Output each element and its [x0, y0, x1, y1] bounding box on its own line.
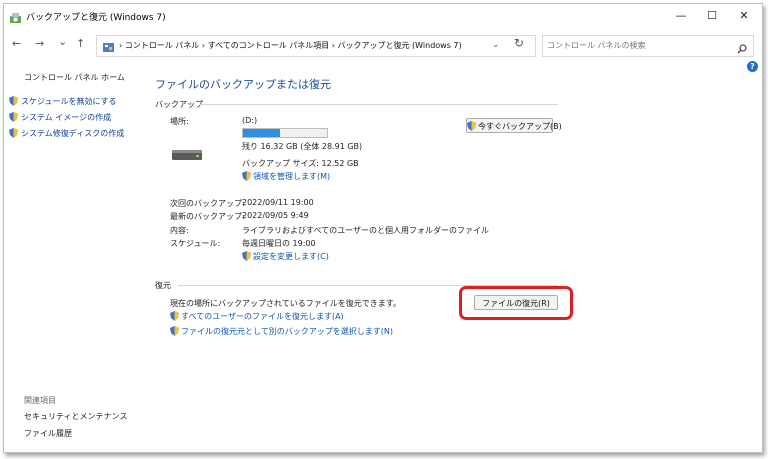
backup-group-divider	[200, 104, 558, 105]
sidebar-item-label: システム修復ディスクの作成	[21, 129, 125, 138]
restore-all-users-link[interactable]: すべてのユーザーのファイルを復元します(A)	[170, 311, 344, 323]
uac-shield-icon	[242, 171, 251, 183]
drive-usage-bar	[242, 128, 328, 138]
maximize-button[interactable]: ☐	[697, 7, 727, 25]
title-bar: バックアップと復元 (Windows 7) — ☐ ✕	[4, 4, 762, 28]
restore-button-highlight	[459, 286, 573, 320]
drive-usage-fill	[243, 129, 280, 137]
control-panel-icon	[102, 39, 115, 58]
free-space-text: 残り 16.32 GB (全体 28.91 GB)	[242, 142, 363, 151]
contents-value: ライブラリおよびすべてのユーザーのと個人用フォルダーのファイル	[242, 226, 489, 235]
address-bar[interactable]: › コントロール パネル › すべてのコントロール パネル項目 › バックアップ…	[96, 35, 536, 57]
change-settings-link-label: 設定を変更します(C)	[253, 252, 329, 261]
search-box[interactable]	[542, 35, 754, 57]
up-arrow-icon[interactable]: ↑	[76, 37, 85, 50]
control-panel-window: バックアップと復元 (Windows 7) — ☐ ✕ ← → ⌄ ↑ › コン…	[3, 3, 763, 453]
last-backup-value: 2022/09/05 9:49	[242, 211, 309, 220]
sidebar-item-security-maintenance[interactable]: セキュリティとメンテナンス	[24, 411, 127, 422]
location-label: 場所:	[170, 117, 189, 126]
backup-now-button[interactable]: 今すぐバックアップ(B)	[466, 118, 562, 136]
drive-icon	[172, 146, 202, 160]
uac-shield-icon	[9, 112, 18, 124]
next-backup-value: 2022/09/11 19:00	[242, 198, 314, 207]
search-icon[interactable]	[737, 39, 747, 58]
backup-size-text: バックアップ サイズ: 12.52 GB	[242, 159, 359, 168]
sidebar-item-create-system-image[interactable]: システム イメージの作成	[9, 112, 111, 124]
last-backup-label: 最新のバックアップ:	[170, 212, 245, 221]
restore-description: 現在の場所にバックアップされているファイルを復元できます。	[170, 299, 401, 308]
window-title: バックアップと復元 (Windows 7)	[26, 13, 166, 23]
select-other-backup-link-label: ファイルの復元元として別のバックアップを選択します(N)	[181, 327, 393, 336]
sidebar-item-label: スケジュールを無効にする	[21, 97, 117, 106]
restore-group-label: 復元	[155, 281, 171, 290]
navigation-bar: ← → ⌄ ↑ › コントロール パネル › すべてのコントロール パネル項目 …	[4, 30, 762, 60]
related-heading: 関連項目	[24, 396, 56, 405]
search-input[interactable]	[547, 38, 727, 52]
recent-locations-chevron-icon[interactable]: ⌄	[58, 35, 67, 48]
backup-group-label: バックアップ	[155, 100, 203, 109]
sidebar-item-label: システム イメージの作成	[21, 113, 112, 122]
contents-label: 内容:	[170, 226, 189, 235]
location-value: (D:)	[242, 116, 258, 125]
breadcrumb[interactable]: › コントロール パネル › すべてのコントロール パネル項目 › バックアップ…	[119, 40, 462, 51]
schedule-value: 毎週日曜日の 19:00	[242, 239, 316, 248]
backup-restore-app-icon	[9, 9, 22, 28]
uac-shield-icon	[9, 128, 18, 140]
select-other-backup-link[interactable]: ファイルの復元元として別のバックアップを選択します(N)	[170, 326, 393, 338]
uac-shield-icon	[170, 326, 179, 338]
schedule-label: スケジュール:	[170, 239, 221, 248]
uac-shield-icon	[170, 311, 179, 323]
help-icon[interactable]: ?	[747, 61, 758, 72]
backup-now-button-label: 今すぐバックアップ(B)	[478, 122, 562, 131]
forward-arrow-icon[interactable]: →	[35, 37, 44, 50]
minimize-button[interactable]: —	[666, 7, 696, 25]
back-arrow-icon[interactable]: ←	[12, 37, 21, 50]
restore-all-users-link-label: すべてのユーザーのファイルを復元します(A)	[181, 312, 344, 321]
sidebar-item-create-repair-disc[interactable]: システム修復ディスクの作成	[9, 128, 124, 140]
manage-space-link-label: 領域を管理します(M)	[253, 172, 331, 181]
sidebar-item-file-history[interactable]: ファイル履歴	[24, 428, 72, 439]
change-settings-link[interactable]: 設定を変更します(C)	[242, 251, 329, 263]
sidebar-item-disable-schedule[interactable]: スケジュールを無効にする	[9, 96, 117, 108]
control-panel-home-link[interactable]: コントロール パネル ホーム	[24, 72, 125, 83]
manage-space-link[interactable]: 領域を管理します(M)	[242, 171, 330, 183]
uac-shield-icon	[467, 121, 476, 136]
uac-shield-icon	[9, 96, 18, 108]
next-backup-label: 次回のバックアップ:	[170, 199, 245, 208]
uac-shield-icon	[242, 251, 251, 263]
page-title: ファイルのバックアップまたは復元	[155, 78, 331, 91]
address-dropdown-chevron-icon[interactable]: ⌄	[492, 40, 500, 50]
close-button[interactable]: ✕	[729, 7, 759, 25]
refresh-icon[interactable]: ↻	[514, 36, 524, 50]
